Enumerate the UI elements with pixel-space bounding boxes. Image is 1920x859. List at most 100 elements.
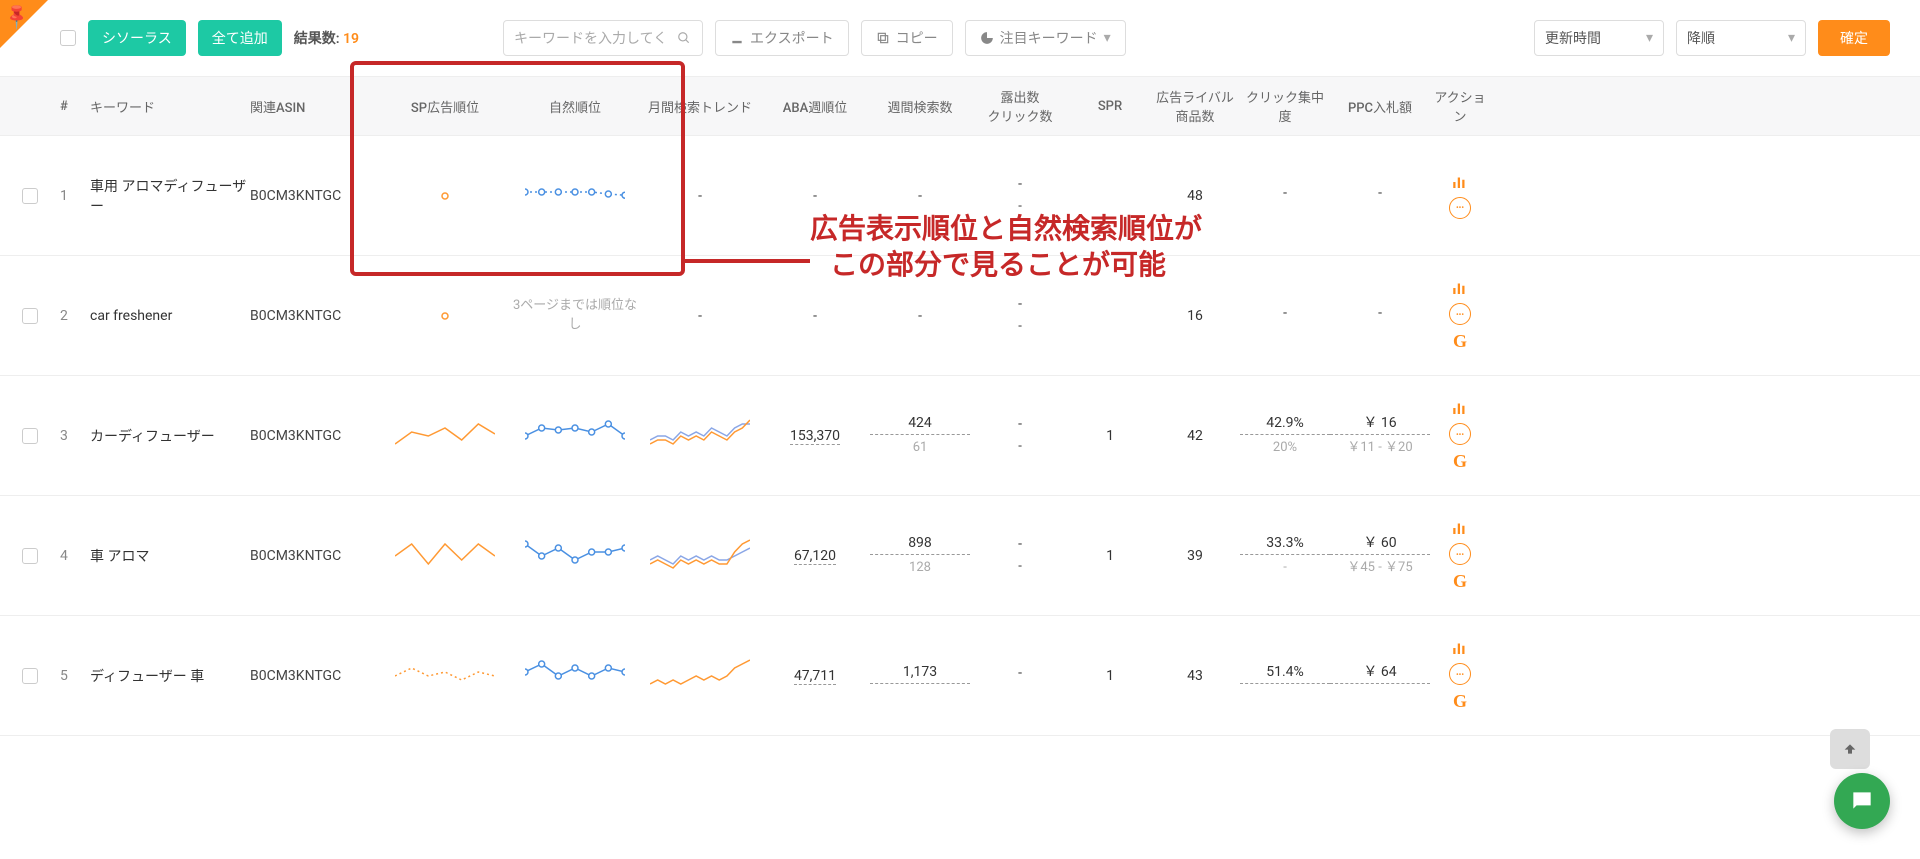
trend-chart[interactable] (640, 416, 760, 456)
exposure-clicks: -- (970, 415, 1070, 457)
export-button[interactable]: エクスポート (715, 20, 849, 56)
table-row: 4 車 アロマ B0CM3KNTGC 67,120 898128 -- 1 39… (0, 496, 1920, 616)
row-checkbox[interactable] (22, 548, 38, 564)
spr-value: 1 (1070, 548, 1150, 564)
header-trend[interactable]: 月間検索トレンド (640, 97, 760, 116)
add-all-button[interactable]: 全て追加 (198, 20, 282, 56)
keyword-text[interactable]: カーディフューザー (90, 429, 215, 445)
weekly-searches: 42461 (870, 414, 970, 458)
row-checkbox[interactable] (22, 428, 38, 444)
header-action: アクション (1430, 87, 1490, 125)
chat-button[interactable] (1834, 773, 1890, 829)
more-options-icon[interactable]: ••• (1449, 303, 1471, 325)
header-spr[interactable]: SPR (1070, 99, 1150, 114)
weekly-searches: 1,173 (870, 663, 970, 689)
chart-icon[interactable] (1451, 639, 1469, 657)
download-icon (730, 31, 744, 45)
trend-chart[interactable] (640, 656, 760, 696)
sp-rank-chart[interactable] (380, 656, 510, 696)
spr-value: 1 (1070, 668, 1150, 684)
aba-rank: 47,711 (760, 668, 870, 684)
trend-chart[interactable]: - (640, 188, 760, 204)
row-checkbox[interactable] (22, 188, 38, 204)
chat-icon (1849, 788, 1875, 814)
sort-field-select[interactable]: 更新時間▾ (1534, 20, 1664, 56)
chart-icon[interactable] (1451, 519, 1469, 537)
keyword-text[interactable]: 車用 アロマディフューザー (90, 179, 246, 215)
rival-count: 43 (1150, 668, 1240, 684)
select-all-checkbox[interactable] (60, 30, 76, 46)
trend-chart[interactable] (640, 536, 760, 576)
ppc-bid: ￥ 64 (1330, 663, 1430, 689)
thesaurus-button[interactable]: シソーラス (88, 20, 186, 56)
natural-rank-chart[interactable] (510, 416, 640, 456)
header-rivals[interactable]: 広告ライバル商品数 (1150, 87, 1240, 125)
header-sp-rank[interactable]: SP広告順位 (380, 97, 510, 116)
keyword-search-input[interactable]: キーワードを入力してく (503, 20, 703, 56)
header-num: # (60, 99, 90, 114)
rival-count: 48 (1150, 188, 1240, 204)
chart-icon[interactable] (1451, 399, 1469, 417)
natural-rank-chart[interactable] (510, 176, 640, 216)
row-checkbox[interactable] (22, 668, 38, 684)
header-click[interactable]: クリック集中度 (1240, 87, 1330, 125)
sp-rank-chart[interactable] (380, 416, 510, 456)
header-weekly[interactable]: 週間検索数 (870, 97, 970, 116)
header-ppc[interactable]: PPC入札額 (1330, 97, 1430, 116)
exposure-clicks: -- (970, 295, 1070, 337)
trend-chart[interactable]: - (640, 308, 760, 324)
chart-icon[interactable] (1451, 173, 1469, 191)
google-icon[interactable]: G (1453, 451, 1467, 472)
row-number: 1 (60, 188, 90, 204)
header-exposure[interactable]: 露出数 クリック数 (970, 87, 1070, 125)
search-icon (677, 31, 691, 45)
rival-count: 39 (1150, 548, 1240, 564)
row-checkbox[interactable] (22, 308, 38, 324)
asin-text[interactable]: B0CM3KNTGC (250, 668, 341, 684)
aba-rank: - (760, 188, 870, 204)
more-options-icon[interactable]: ••• (1449, 663, 1471, 685)
exposure-clicks: -- (970, 535, 1070, 577)
more-options-icon[interactable]: ••• (1449, 197, 1471, 219)
rival-count: 16 (1150, 308, 1240, 324)
confirm-button[interactable]: 確定 (1818, 20, 1890, 56)
sort-order-select[interactable]: 降順▾ (1676, 20, 1806, 56)
google-icon[interactable]: G (1453, 571, 1467, 592)
asin-text[interactable]: B0CM3KNTGC (250, 308, 341, 324)
keyword-text[interactable]: ディフューザー 車 (90, 669, 204, 685)
weekly-searches: - (870, 308, 970, 324)
rival-count: 42 (1150, 428, 1240, 444)
scroll-top-button[interactable] (1830, 729, 1870, 769)
more-options-icon[interactable]: ••• (1449, 543, 1471, 565)
header-asin[interactable]: 関連ASIN (250, 97, 380, 116)
aba-rank: 67,120 (760, 548, 870, 564)
header-keyword[interactable]: キーワード (90, 97, 250, 116)
sp-rank-chart[interactable] (380, 176, 510, 216)
ppc-bid: ￥ 16￥11 - ￥20 (1330, 414, 1430, 458)
google-icon[interactable]: G (1453, 691, 1467, 712)
table-row: 3 カーディフューザー B0CM3KNTGC 153,370 42461 -- … (0, 376, 1920, 496)
keyword-text[interactable]: car freshener (90, 308, 172, 324)
natural-rank-chart[interactable] (510, 536, 640, 576)
sp-rank-chart[interactable] (380, 536, 510, 576)
header-aba[interactable]: ABA週順位 (760, 97, 870, 116)
featured-keyword-button[interactable]: 注目キーワード ▾ (965, 20, 1126, 56)
asin-text[interactable]: B0CM3KNTGC (250, 548, 341, 564)
table-row: 1 車用 アロマディフューザー B0CM3KNTGC - - - -- 48 -… (0, 136, 1920, 256)
asin-text[interactable]: B0CM3KNTGC (250, 428, 341, 444)
sp-rank-chart[interactable] (380, 296, 510, 336)
chart-icon[interactable] (1451, 279, 1469, 297)
copy-button[interactable]: コピー (861, 20, 953, 56)
row-number: 3 (60, 428, 90, 444)
natural-rank-chart[interactable] (510, 656, 640, 696)
click-concentration: 42.9%20% (1240, 414, 1330, 458)
google-icon[interactable]: G (1453, 331, 1467, 352)
natural-rank-chart[interactable]: 3ページまでは順位なし (510, 297, 640, 333)
more-options-icon[interactable]: ••• (1449, 423, 1471, 445)
table-row: 5 ディフューザー 車 B0CM3KNTGC 47,711 1,173 - 1 … (0, 616, 1920, 736)
table-row: 2 car freshener B0CM3KNTGC 3ページまでは順位なし -… (0, 256, 1920, 376)
toolbar: シソーラス 全て追加 結果数: 19 キーワードを入力してく エクスポート コピ… (0, 0, 1920, 76)
keyword-text[interactable]: 車 アロマ (90, 549, 149, 565)
header-natural[interactable]: 自然順位 (510, 97, 640, 116)
asin-text[interactable]: B0CM3KNTGC (250, 188, 341, 204)
